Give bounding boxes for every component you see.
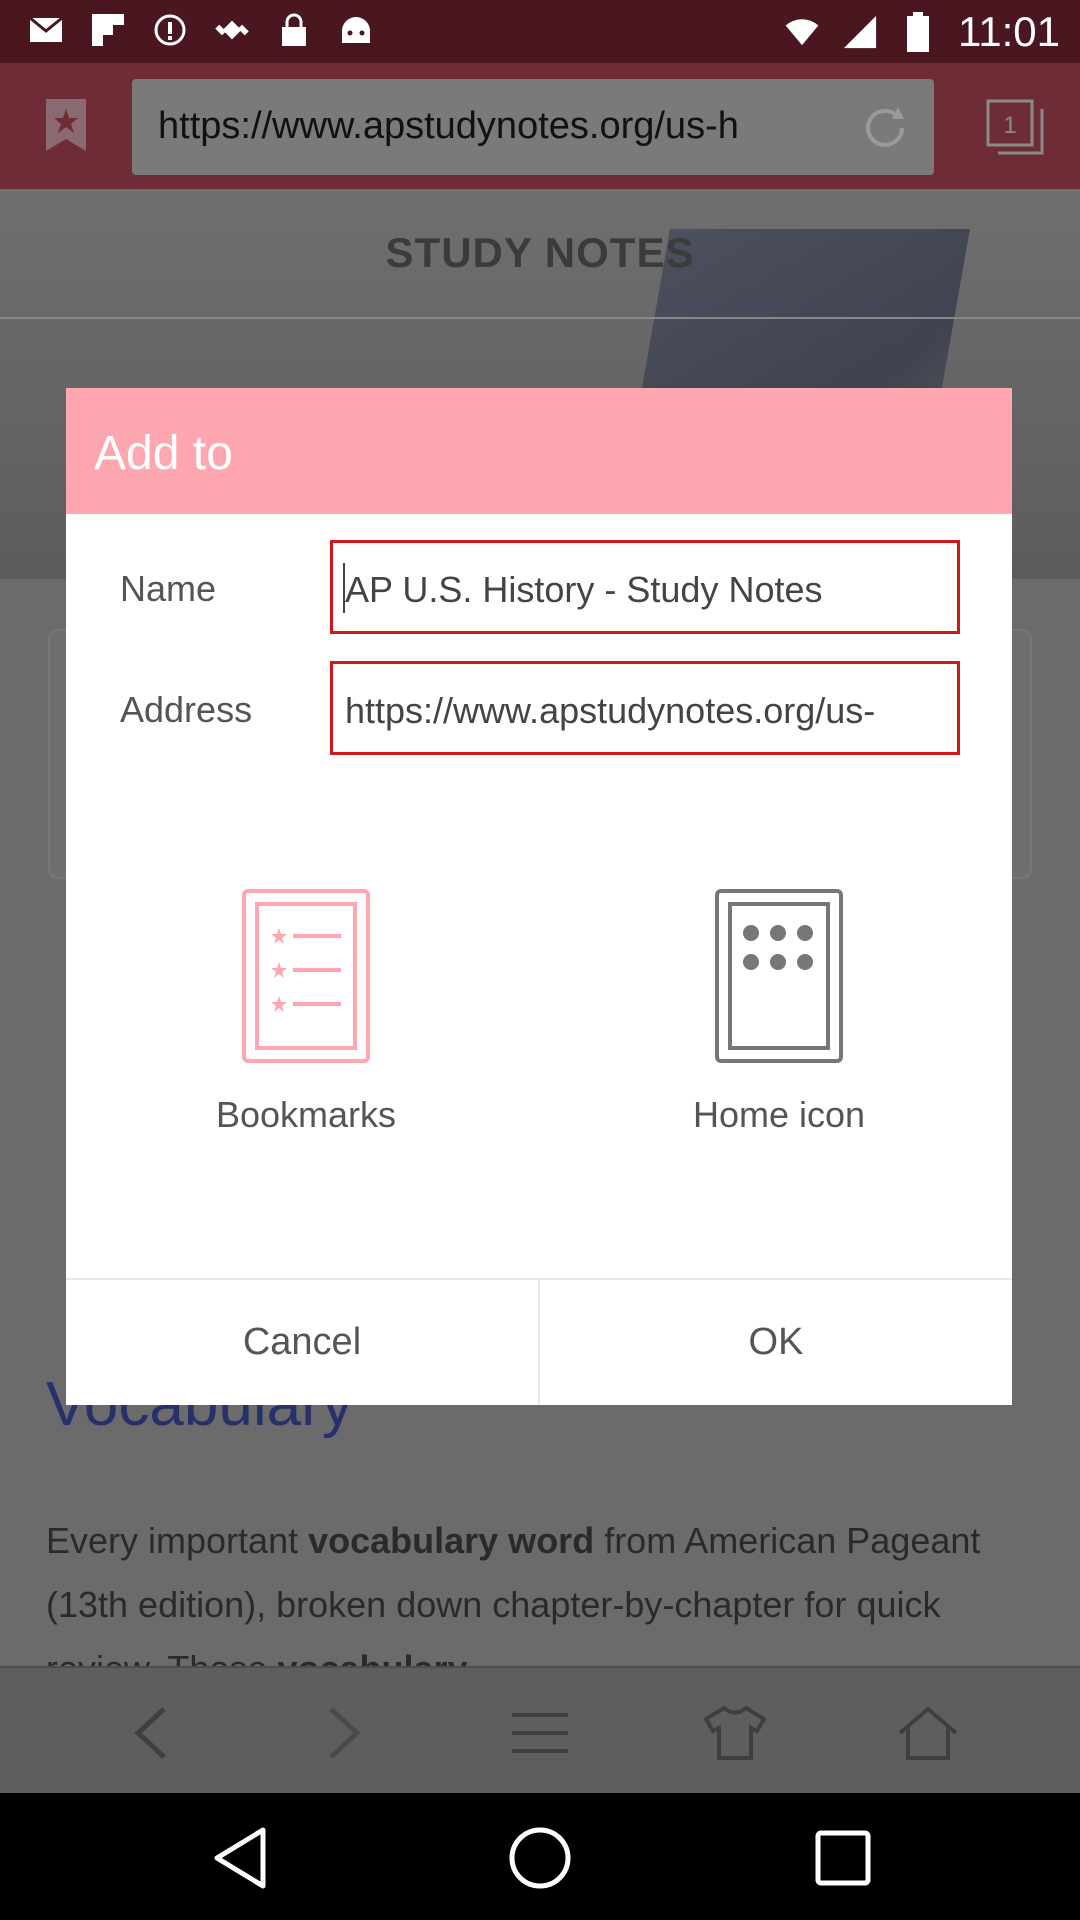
status-bar: 11:01	[0, 0, 1080, 63]
nav-back-icon[interactable]	[205, 1823, 275, 1893]
tab-count: 1	[1003, 112, 1016, 139]
wifi-icon	[784, 14, 820, 50]
signal-icon	[842, 14, 878, 50]
home-icon[interactable]	[893, 1698, 963, 1768]
tabs-icon[interactable]: 1	[986, 99, 1044, 160]
address-field[interactable]: https://www.apstudynotes.org/us-	[330, 661, 960, 755]
url-text: https://www.apstudynotes.org/us-h	[158, 105, 739, 147]
system-nav-bar	[0, 1793, 1080, 1920]
lock-icon	[276, 12, 312, 48]
bookmark-star-icon[interactable]	[44, 97, 88, 158]
reload-icon[interactable]	[858, 101, 912, 160]
address-field-value: https://www.apstudynotes.org/us-	[345, 690, 876, 731]
flipboard-icon	[90, 12, 126, 48]
name-field-value: AP U.S. History - Study Notes	[345, 569, 823, 610]
nav-recents-icon[interactable]	[808, 1823, 878, 1893]
back-icon[interactable]	[115, 1698, 185, 1768]
screen: 11:01 https://www.apstudynotes.org/us-h …	[0, 0, 1080, 1920]
address-label: Address	[120, 689, 253, 730]
fake-gps-icon	[214, 12, 250, 48]
forward-icon[interactable]	[310, 1698, 380, 1768]
android-icon	[338, 12, 374, 48]
menu-icon[interactable]	[505, 1698, 575, 1768]
status-clock: 11:01	[958, 8, 1060, 55]
dialog-header: Add to	[66, 388, 1012, 514]
dialog-title: Add to	[94, 427, 233, 480]
theme-shirt-icon[interactable]	[700, 1698, 770, 1768]
bookmarks-list-icon	[241, 888, 371, 1064]
browser-toolbar: https://www.apstudynotes.org/us-h 1	[0, 63, 1080, 189]
cancel-button[interactable]: Cancel	[66, 1280, 538, 1405]
ok-button[interactable]: OK	[540, 1280, 1012, 1405]
url-bar[interactable]: https://www.apstudynotes.org/us-h	[132, 79, 934, 175]
site-title: STUDY NOTES	[385, 229, 695, 276]
home-icon-option[interactable]: Home icon	[639, 888, 919, 1136]
hero-divider	[0, 317, 1080, 319]
name-label: Name	[120, 568, 217, 609]
alert-icon	[152, 12, 188, 48]
battery-icon	[900, 12, 936, 52]
browser-bottom-toolbar	[0, 1666, 1080, 1793]
mail-icon	[28, 12, 64, 48]
home-icon-label: Home icon	[692, 1094, 866, 1135]
bookmarks-option[interactable]: Bookmarks	[166, 888, 446, 1136]
home-grid-icon	[714, 888, 844, 1064]
bookmarks-label: Bookmarks	[215, 1094, 397, 1135]
name-field[interactable]: AP U.S. History - Study Notes	[330, 540, 960, 634]
add-to-dialog: Add to Name AP U.S. History - Study Note…	[66, 388, 1012, 1405]
nav-home-icon[interactable]	[505, 1823, 575, 1893]
